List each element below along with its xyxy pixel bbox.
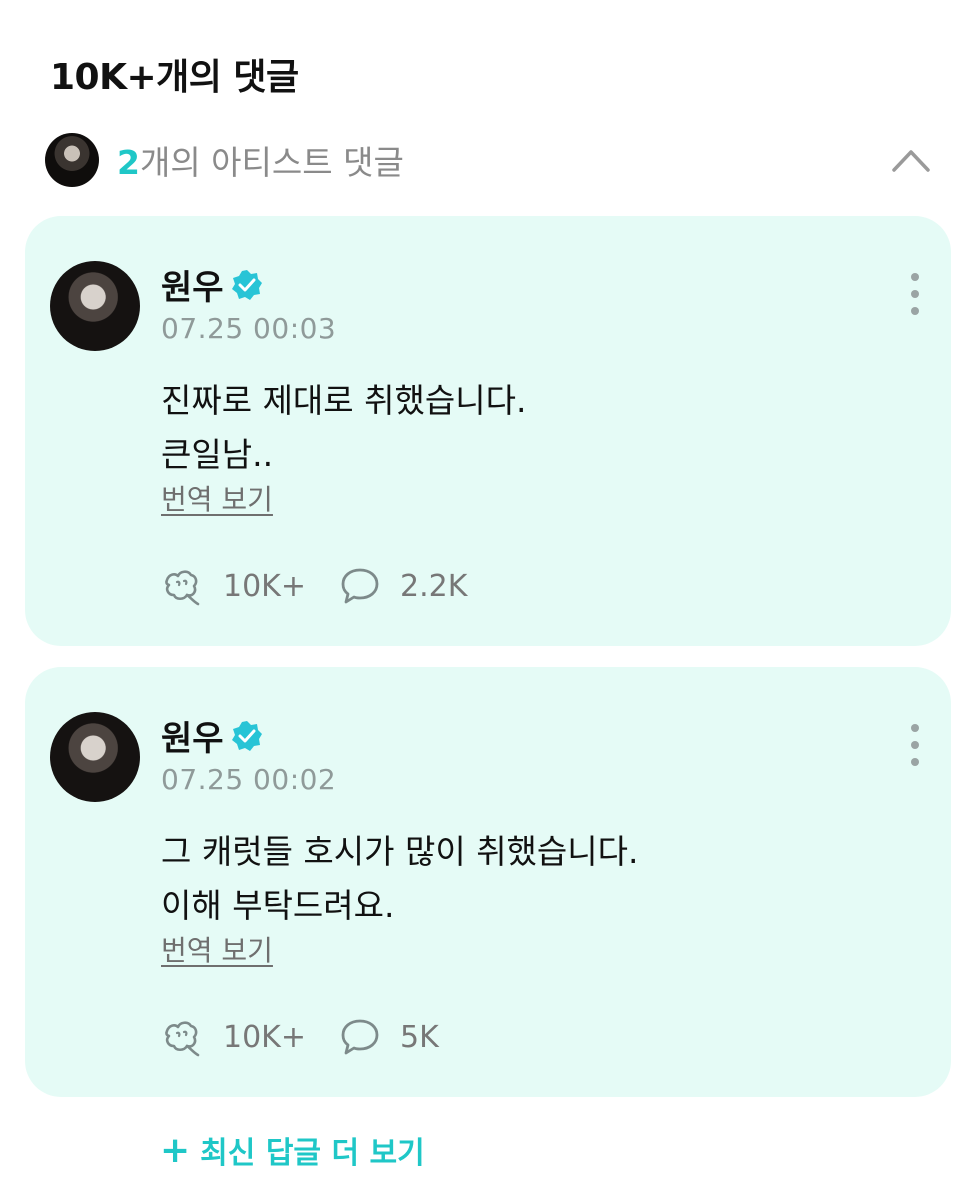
comment-text: 진짜로 제대로 취했습니다. 큰일남.. xyxy=(161,381,527,474)
like-count: 10K+ xyxy=(223,568,306,604)
comment-card: 원우 07.25 00:02 그 캐럿들 호시가 많이 취했습니다. 이해 부탁… xyxy=(25,667,951,1097)
plus-icon: + xyxy=(160,1129,191,1171)
comment-bubble-icon xyxy=(341,568,379,604)
like-count: 10K+ xyxy=(223,1019,306,1055)
comment-timestamp: 07.25 00:03 xyxy=(161,312,337,345)
chevron-up-icon[interactable] xyxy=(891,144,931,174)
artist-comments-toggle[interactable]: 2개의 아티스트 댓글 xyxy=(45,132,935,188)
verified-badge-icon xyxy=(231,269,262,300)
artist-comment-count: 2 xyxy=(117,143,140,182)
reply-button[interactable]: 5K xyxy=(338,1015,439,1059)
comment-bubble-icon xyxy=(341,1019,379,1055)
comment-card: 원우 07.25 00:03 진짜로 제대로 취했습니다. 큰일남.. 번역 보… xyxy=(25,216,951,646)
translate-link[interactable]: 번역 보기 xyxy=(161,929,273,969)
author-row: 원우 xyxy=(161,260,264,309)
comment-stats: 10K+ 5K xyxy=(161,1015,471,1059)
author-avatar[interactable] xyxy=(50,261,140,351)
like-icon xyxy=(165,570,200,606)
more-replies-label: 최신 답글 더 보기 xyxy=(200,1136,425,1171)
more-replies-button[interactable]: + 최신 답글 더 보기 xyxy=(160,1128,425,1172)
comment-stats: 10K+ 2.2K xyxy=(161,564,499,608)
like-icon xyxy=(165,1021,200,1057)
more-vertical-icon[interactable] xyxy=(909,272,921,316)
like-button[interactable]: 10K+ xyxy=(161,1015,306,1059)
reply-button[interactable]: 2.2K xyxy=(338,564,467,608)
author-row: 원우 xyxy=(161,711,264,760)
verified-badge-icon xyxy=(231,720,262,751)
reply-count: 5K xyxy=(399,1019,439,1055)
artist-comments-text: 개의 아티스트 댓글 xyxy=(139,143,404,182)
author-name[interactable]: 원우 xyxy=(161,711,224,760)
more-vertical-icon[interactable] xyxy=(909,723,921,767)
like-button[interactable]: 10K+ xyxy=(161,564,306,608)
reply-count: 2.2K xyxy=(399,568,468,604)
comment-timestamp: 07.25 00:02 xyxy=(161,763,337,796)
avatar xyxy=(45,133,99,187)
author-avatar[interactable] xyxy=(50,712,140,802)
artist-comments-label: 2개의 아티스트 댓글 xyxy=(117,136,404,184)
comment-text: 그 캐럿들 호시가 많이 취했습니다. 이해 부탁드려요. xyxy=(161,832,639,925)
page-title: 10K+개의 댓글 xyxy=(50,57,299,98)
translate-link[interactable]: 번역 보기 xyxy=(161,478,273,518)
author-name[interactable]: 원우 xyxy=(161,260,224,309)
